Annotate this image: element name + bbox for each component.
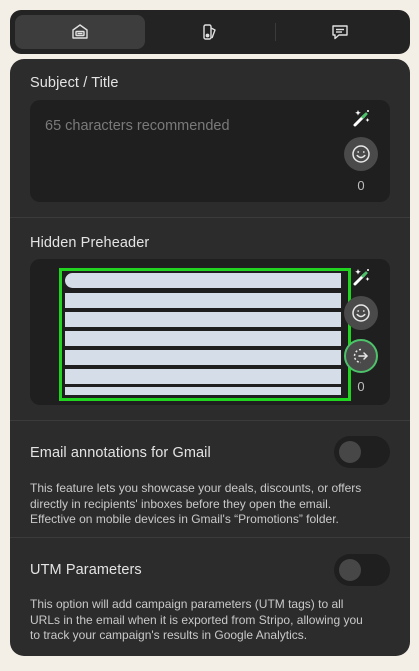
redacted-line (65, 369, 341, 384)
divider (10, 217, 410, 218)
description-line: directly in recipients' inboxes before t… (30, 496, 332, 511)
subject-field[interactable]: 65 characters recommended 0 (30, 100, 390, 202)
emoji-icon (352, 304, 370, 322)
description-line: Effective on mobile devices in Gmail's “… (30, 512, 339, 526)
preheader-redacted-text (59, 268, 351, 401)
description-line: This option will add campaign parameters… (30, 597, 344, 611)
gmail-annotations-label: Email annotations for Gmail (30, 445, 211, 461)
redacted-line (65, 312, 341, 327)
redacted-line (65, 387, 341, 395)
merge-tag-button[interactable] (344, 339, 378, 373)
subject-label: Subject / Title (30, 75, 119, 91)
subject-placeholder: 65 characters recommended (45, 118, 230, 134)
divider (10, 420, 410, 421)
toggle-knob (339, 441, 361, 463)
magic-wand-icon[interactable] (350, 266, 372, 288)
tab-design[interactable] (145, 15, 275, 49)
description-line: to track your campaign's results in Goog… (30, 628, 308, 642)
utm-parameters-label: UTM Parameters (30, 562, 142, 578)
preheader-label: Hidden Preheader (30, 235, 150, 251)
emoji-button[interactable] (344, 137, 378, 171)
toggle-knob (339, 559, 361, 581)
utm-parameters-toggle[interactable] (334, 554, 390, 586)
gmail-annotations-toggle[interactable] (334, 436, 390, 468)
redacted-line (65, 293, 341, 308)
utm-parameters-description: This option will add campaign parameters… (30, 597, 395, 644)
settings-panel: Subject / Title 65 characters recommende… (10, 59, 410, 656)
email-settings-icon (72, 24, 88, 39)
redacted-line (65, 273, 341, 288)
magic-wand-icon[interactable] (350, 107, 372, 129)
description-line: This feature lets you showcase your deal… (30, 481, 362, 495)
redacted-line (65, 350, 341, 365)
gmail-annotations-description: This feature lets you showcase your deal… (30, 481, 395, 528)
top-tab-bar (10, 10, 410, 54)
comments-icon (332, 25, 348, 40)
subject-char-counter: 0 (357, 178, 365, 193)
redacted-line (65, 331, 341, 346)
emoji-icon (352, 145, 370, 163)
tab-comments[interactable] (275, 15, 405, 49)
preheader-char-counter: 0 (357, 379, 365, 394)
description-line: URLs in the email when it is exported fr… (30, 612, 363, 627)
emoji-button[interactable] (344, 296, 378, 330)
merge-tag-icon (353, 348, 368, 364)
tab-email-settings[interactable] (15, 15, 145, 49)
design-palette-icon (203, 24, 216, 40)
preheader-field[interactable]: 0 (30, 259, 390, 405)
divider (10, 537, 410, 538)
